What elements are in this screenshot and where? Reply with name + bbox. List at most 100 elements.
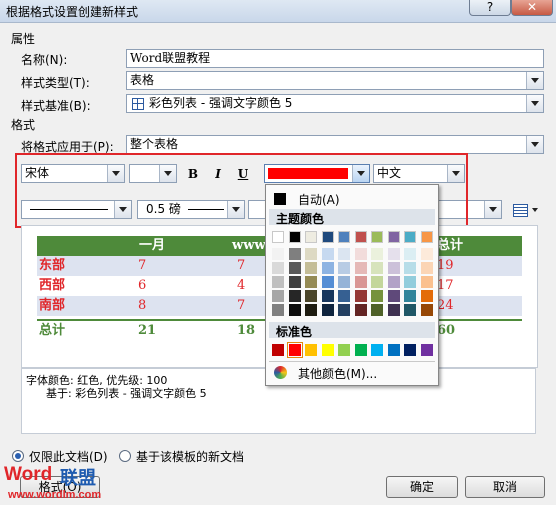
theme-color-swatch[interactable]	[420, 231, 433, 243]
theme-shade-swatch[interactable]	[354, 304, 367, 316]
chevron-down-icon[interactable]	[526, 95, 543, 112]
theme-color-swatch[interactable]	[354, 231, 367, 243]
theme-shade-swatch[interactable]	[404, 276, 416, 288]
theme-shade-swatch[interactable]	[404, 290, 416, 302]
theme-shade-swatch[interactable]	[338, 248, 350, 260]
standard-color-swatch[interactable]	[286, 342, 303, 358]
theme-shade-swatch[interactable]	[305, 290, 317, 302]
name-field[interactable]: Word联盟教程	[126, 49, 544, 68]
theme-shade-swatch[interactable]	[354, 276, 367, 288]
theme-shade-swatch[interactable]	[371, 304, 383, 316]
new-documents-label: 基于该模板的新文档	[136, 450, 245, 464]
chevron-down-icon[interactable]	[526, 136, 543, 153]
more-colors-option[interactable]: 其他颜色(M)...	[298, 365, 377, 382]
auto-color-option[interactable]: 自动(A)	[298, 191, 340, 208]
theme-shade-swatch[interactable]	[321, 304, 334, 316]
theme-shade-swatch[interactable]	[272, 290, 284, 302]
theme-shade-swatch[interactable]	[371, 290, 383, 302]
close-button[interactable]: ✕	[511, 0, 553, 16]
theme-shade-swatch[interactable]	[371, 276, 383, 288]
theme-shade-swatch[interactable]	[288, 276, 301, 288]
theme-shade-swatch[interactable]	[387, 248, 400, 260]
theme-shade-swatch[interactable]	[387, 304, 400, 316]
apply-to-select[interactable]: 整个表格	[126, 135, 544, 154]
standard-color-swatch[interactable]	[305, 344, 317, 356]
theme-shade-swatch[interactable]	[288, 304, 301, 316]
chevron-down-icon[interactable]	[526, 72, 543, 89]
standard-color-swatch[interactable]	[420, 344, 433, 356]
theme-shade-swatch[interactable]	[354, 290, 367, 302]
theme-color-swatch[interactable]	[305, 231, 317, 243]
style-type-select[interactable]: 表格	[126, 71, 544, 90]
theme-shade-swatch[interactable]	[371, 262, 383, 274]
standard-color-swatch[interactable]	[272, 344, 284, 356]
theme-shade-swatch[interactable]	[338, 262, 350, 274]
standard-color-swatch[interactable]	[371, 344, 383, 356]
alignment-icon	[513, 204, 528, 217]
theme-shade-swatch[interactable]	[420, 248, 433, 260]
theme-shade-swatch[interactable]	[387, 276, 400, 288]
theme-shade-swatch[interactable]	[288, 290, 301, 302]
help-button[interactable]: ?	[469, 0, 511, 16]
theme-shade-swatch[interactable]	[404, 304, 416, 316]
theme-shade-swatch[interactable]	[338, 290, 350, 302]
theme-shade-swatch[interactable]	[321, 248, 334, 260]
ok-button[interactable]: 确定	[386, 476, 458, 498]
theme-shade-swatch[interactable]	[371, 248, 383, 260]
theme-shade-swatch[interactable]	[420, 262, 433, 274]
chevron-down-icon[interactable]	[484, 201, 501, 218]
theme-shade-swatch[interactable]	[387, 290, 400, 302]
preview-cell: 21	[138, 323, 157, 338]
new-documents-radio[interactable]	[119, 450, 131, 462]
standard-color-swatch[interactable]	[321, 344, 334, 356]
theme-shade-swatch[interactable]	[354, 248, 367, 260]
theme-color-swatch[interactable]	[387, 231, 400, 243]
theme-shade-swatch[interactable]	[321, 276, 334, 288]
style-base-select[interactable]: 彩色列表 - 强调文字颜色 5	[126, 94, 544, 113]
theme-shade-swatch[interactable]	[272, 262, 284, 274]
theme-shade-swatch[interactable]	[354, 262, 367, 274]
logo-word: Word	[4, 464, 53, 485]
theme-shade-swatch[interactable]	[404, 248, 416, 260]
theme-shade-swatch[interactable]	[288, 248, 301, 260]
theme-color-swatch[interactable]	[404, 231, 416, 243]
theme-shade-swatch[interactable]	[305, 262, 317, 274]
standard-color-swatch[interactable]	[338, 344, 350, 356]
preview-cell: 8	[138, 298, 147, 313]
theme-shade-swatch[interactable]	[404, 262, 416, 274]
theme-shade-swatch[interactable]	[305, 276, 317, 288]
theme-color-swatch[interactable]	[371, 231, 383, 243]
standard-colors-label: 标准色	[276, 325, 313, 339]
auto-color-swatch[interactable]	[274, 193, 286, 205]
theme-color-swatch[interactable]	[272, 231, 284, 243]
theme-shade-swatch[interactable]	[338, 304, 350, 316]
preview-cell: 24	[437, 298, 454, 313]
theme-shade-swatch[interactable]	[272, 276, 284, 288]
theme-shade-swatch[interactable]	[288, 262, 301, 274]
preview-cell: 60	[437, 323, 456, 338]
standard-color-swatch[interactable]	[354, 344, 367, 356]
theme-shade-swatch[interactable]	[305, 248, 317, 260]
theme-color-swatch[interactable]	[288, 231, 301, 243]
cancel-button[interactable]: 取消	[465, 476, 545, 498]
theme-shade-swatch[interactable]	[321, 290, 334, 302]
description-line: 基于: 彩色列表 - 强调文字颜色 5	[46, 387, 207, 400]
theme-color-swatch[interactable]	[338, 231, 350, 243]
theme-shade-swatch[interactable]	[321, 262, 334, 274]
standard-color-swatch[interactable]	[404, 344, 416, 356]
theme-shade-swatch[interactable]	[420, 290, 433, 302]
alignment-button[interactable]	[511, 202, 541, 218]
this-document-radio[interactable]	[12, 450, 24, 462]
theme-shade-swatch[interactable]	[338, 276, 350, 288]
preview-cell: 7	[237, 298, 246, 313]
theme-color-swatch[interactable]	[321, 231, 334, 243]
theme-shade-swatch[interactable]	[272, 248, 284, 260]
preview-header-cell: 总计	[437, 238, 464, 253]
theme-shade-swatch[interactable]	[420, 276, 433, 288]
theme-shade-swatch[interactable]	[272, 304, 284, 316]
theme-shade-swatch[interactable]	[387, 262, 400, 274]
font-color-dropdown: 自动(A) 主题颜色 标准色 其他颜色(M)...	[265, 184, 439, 386]
theme-shade-swatch[interactable]	[305, 304, 317, 316]
theme-shade-swatch[interactable]	[420, 304, 433, 316]
standard-color-swatch[interactable]	[387, 344, 400, 356]
